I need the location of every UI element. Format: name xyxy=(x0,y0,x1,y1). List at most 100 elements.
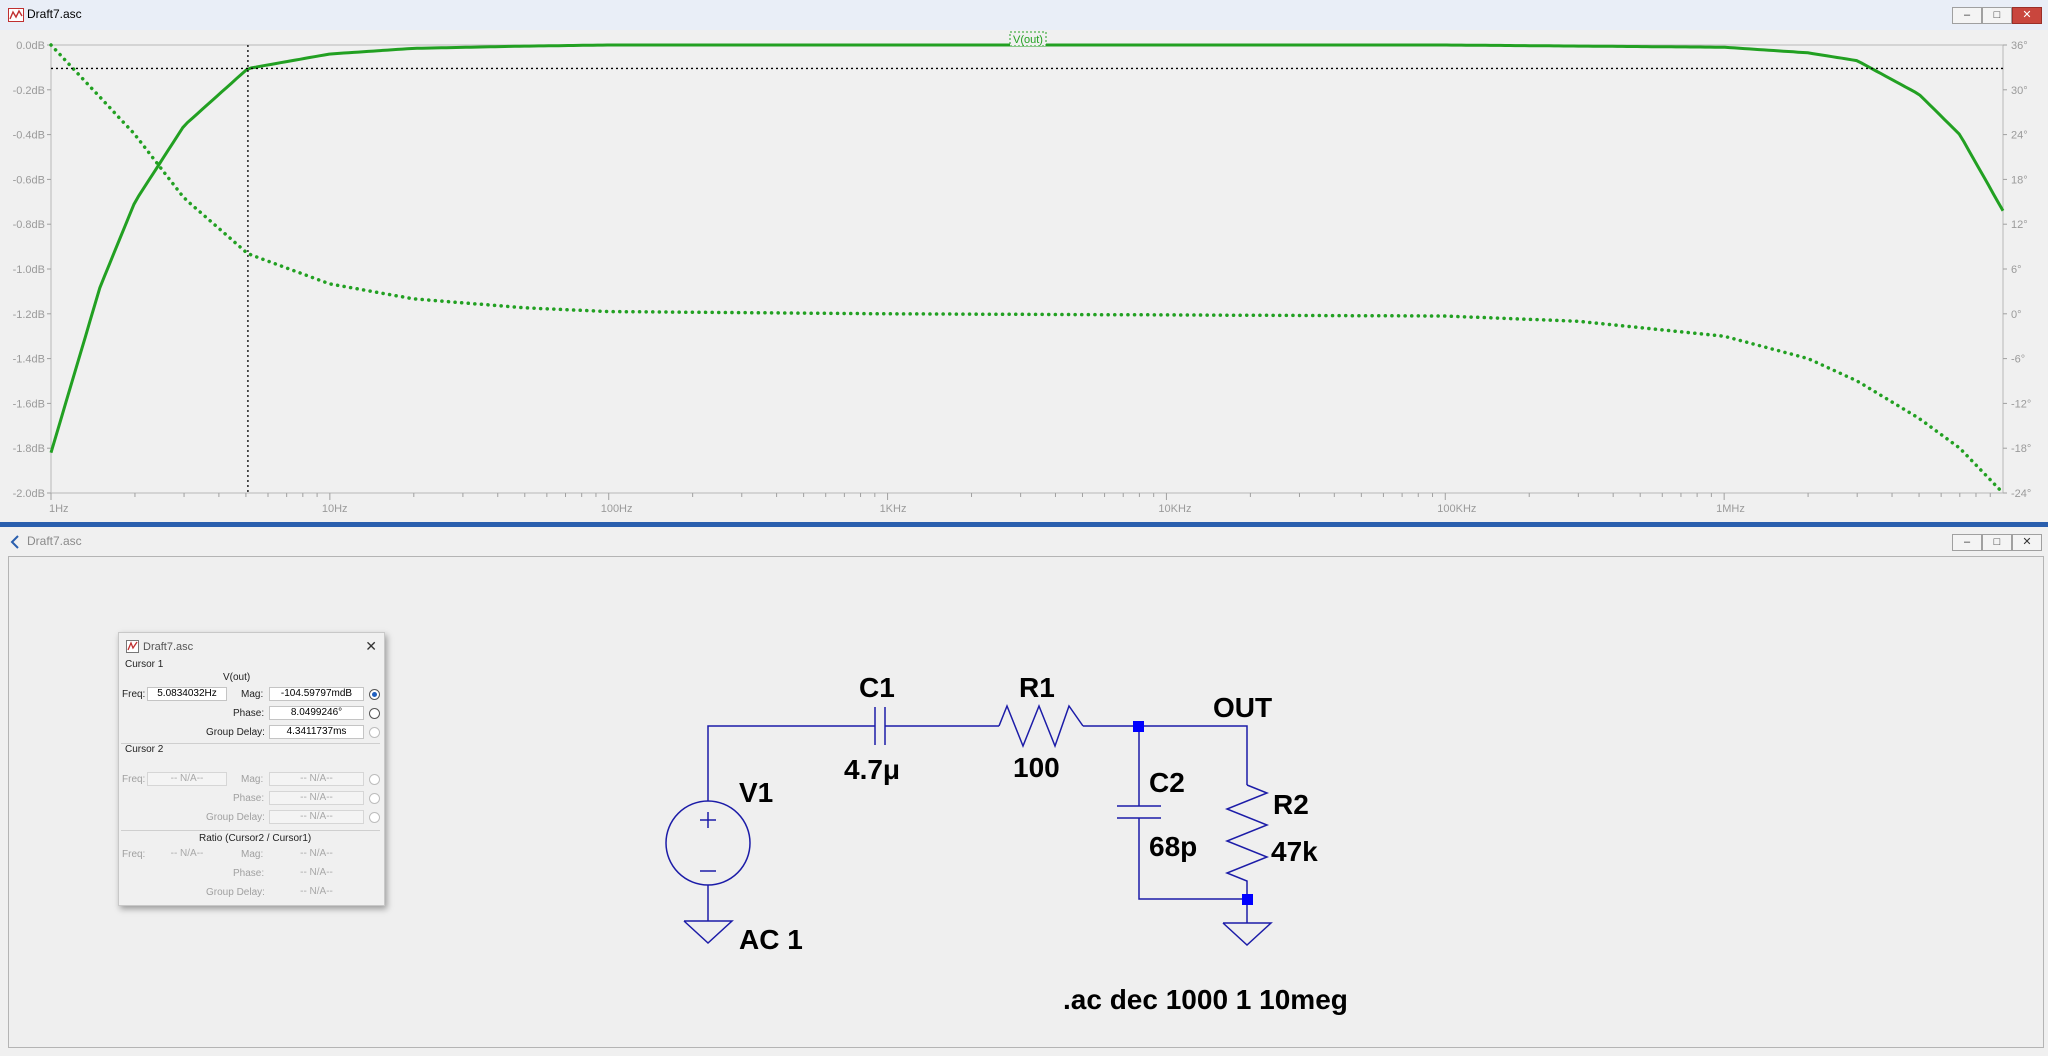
cursor1-freq-label: Freq: xyxy=(122,689,146,700)
y-right-tick-label: 36° xyxy=(2011,40,2028,52)
phase-trace xyxy=(49,43,2005,495)
y-right-tick-label: -18° xyxy=(2011,443,2031,455)
y-left-tick-label: -2.0dB xyxy=(13,488,45,500)
y-left-tick-label: -0.6dB xyxy=(13,174,45,186)
y-right-tick-label: 18° xyxy=(2011,174,2028,186)
y-left-tick-label: -1.2dB xyxy=(13,309,45,321)
r1-resistor-symbol xyxy=(998,703,1084,749)
ratio-header: Ratio (Cursor2 / Cursor1) xyxy=(199,833,312,844)
y-right-tick-label: -24° xyxy=(2011,488,2031,500)
cursor1-phase-field[interactable]: 8.0499246° xyxy=(269,706,364,720)
r1-name-label[interactable]: R1 xyxy=(1019,672,1055,703)
c2-name-label[interactable]: C2 xyxy=(1149,767,1185,798)
y-right-tick-label: 30° xyxy=(2011,85,2028,97)
cursor1-phase-radio[interactable] xyxy=(369,708,380,719)
cursor1-freq-field[interactable]: 5.0834032Hz xyxy=(147,687,227,701)
r2-value-label[interactable]: 47k xyxy=(1271,836,1318,867)
c2-value-label[interactable]: 68p xyxy=(1149,831,1197,862)
ratio-freq-field: -- N/A-- xyxy=(170,848,204,859)
cursor2-phase-radio[interactable] xyxy=(369,793,380,804)
cursor-dialog-title: Draft7.asc xyxy=(143,641,194,653)
c1-value-label[interactable]: 4.7μ xyxy=(844,754,900,785)
y-right-tick-label: 24° xyxy=(2011,130,2028,142)
maximize-button[interactable]: □ xyxy=(1982,7,2012,24)
junction-out xyxy=(1133,721,1144,732)
cursor2-mag-label: Mag: xyxy=(241,774,264,785)
schematic-close-button[interactable]: ✕ xyxy=(2012,534,2042,551)
y-left-tick-label: -1.0dB xyxy=(13,264,45,276)
ground-icon-v1 xyxy=(683,920,734,945)
cursor2-gd-label: Group Delay: xyxy=(206,812,265,823)
plot-area[interactable]: 1Hz 10Hz 100Hz 1KHz 10KHz 100KHz 1MHz 0.0dB -0.2… xyxy=(0,30,2048,520)
plot-frame xyxy=(50,44,2004,494)
cursor2-header: Cursor 2 xyxy=(125,744,164,755)
waveform-app-icon xyxy=(8,8,24,22)
cursor1-gd-radio[interactable] xyxy=(369,727,380,738)
schematic-titlebar[interactable]: Draft7.asc – □ ✕ xyxy=(0,527,2048,557)
dialog-close-icon[interactable]: ✕ xyxy=(365,638,377,655)
plot-window-title: Draft7.asc xyxy=(27,7,82,21)
y-left-tick-label: -0.2dB xyxy=(13,85,45,97)
r2-resistor-symbol xyxy=(1224,784,1270,899)
x-tick-label: 100KHz xyxy=(1437,503,1476,515)
cursor1-gd-field[interactable]: 4.3411737ms xyxy=(269,725,364,739)
cursor1-gd-label: Group Delay: xyxy=(206,727,265,738)
r2-name-label[interactable]: R2 xyxy=(1273,789,1309,820)
y-left-tick-label: -0.8dB xyxy=(13,219,45,231)
x-tick-label: 10Hz xyxy=(322,503,348,515)
y-right-tick-label: -6° xyxy=(2011,354,2025,366)
ratio-mag-field: -- N/A-- xyxy=(300,848,333,859)
bode-chart[interactable]: 1Hz 10Hz 100Hz 1KHz 10KHz 100KHz 1MHz 0.0dB -0.2… xyxy=(0,30,2048,520)
plot-titlebar[interactable]: Draft7.asc – □ ✕ xyxy=(0,0,2048,30)
y-right-tick-label: 6° xyxy=(2011,264,2022,276)
close-button[interactable]: ✕ xyxy=(2012,7,2042,24)
ratio-phase-field: -- N/A-- xyxy=(300,867,333,878)
v1-name-label[interactable]: V1 xyxy=(739,777,773,808)
cursor1-mag-radio[interactable] xyxy=(369,689,380,700)
y-left-tick-label: -1.6dB xyxy=(13,398,45,410)
x-tick-label: 1MHz xyxy=(1716,503,1745,515)
ground-icon-out xyxy=(1222,922,1273,947)
x-tick-label: 1KHz xyxy=(880,503,907,515)
cursor2-mag-field[interactable]: -- N/A-- xyxy=(269,772,364,786)
c1-name-label[interactable]: C1 xyxy=(859,672,895,703)
schematic-app-icon xyxy=(10,535,19,549)
cursor-dialog[interactable]: Draft7.asc ✕ Cursor 1 V(out) Freq: 5.083… xyxy=(118,632,385,906)
ratio-gd-field: -- N/A-- xyxy=(300,886,333,897)
y-left-tick-label: -1.8dB xyxy=(13,443,45,455)
out-net-label[interactable]: OUT xyxy=(1213,692,1272,723)
ratio-gd-label: Group Delay: xyxy=(206,887,265,898)
y-left-tick-label: 0.0dB xyxy=(16,40,45,52)
cursor1-phase-label: Phase: xyxy=(233,708,265,719)
cursor2-freq-field[interactable]: -- N/A-- xyxy=(147,772,227,786)
cursor2-mag-radio[interactable] xyxy=(369,774,380,785)
schematic-minimize-button[interactable]: – xyxy=(1952,534,1982,551)
cursor2-phase-field[interactable]: -- N/A-- xyxy=(269,791,364,805)
magnitude-trace xyxy=(49,43,2005,454)
x-tick-label: 100Hz xyxy=(601,503,633,515)
cursor1-trace-name: V(out) xyxy=(223,672,251,683)
cursor-separator-2 xyxy=(121,830,380,831)
y-left-tick-label: -1.4dB xyxy=(13,354,45,366)
y-left-tick-label: -0.4dB xyxy=(13,130,45,142)
trace-label: V(out) xyxy=(1013,34,1043,46)
cursor2-phase-label: Phase: xyxy=(233,793,265,804)
junction-ground xyxy=(1242,894,1253,905)
ratio-mag-label: Mag: xyxy=(241,849,264,860)
v1-value-label[interactable]: AC 1 xyxy=(739,924,803,955)
cursor1-header: Cursor 1 xyxy=(125,659,164,670)
ratio-phase-label: Phase: xyxy=(233,868,265,879)
cursor2-gd-field[interactable]: -- N/A-- xyxy=(269,810,364,824)
schematic-maximize-button[interactable]: □ xyxy=(1982,534,2012,551)
x-tick-label: 10KHz xyxy=(1158,503,1191,515)
ac-directive-label[interactable]: .ac dec 1000 1 10meg xyxy=(1063,984,1348,1015)
cursor1-mag-label: Mag: xyxy=(241,689,264,700)
minimize-button[interactable]: – xyxy=(1952,7,1982,24)
cursor2-gd-radio[interactable] xyxy=(369,812,380,823)
y-right-tick-label: 0° xyxy=(2011,309,2022,321)
y-right-tick-label: 12° xyxy=(2011,219,2028,231)
r1-value-label[interactable]: 100 xyxy=(1013,752,1060,783)
cursor2-freq-label: Freq: xyxy=(122,774,146,785)
cursor1-mag-field[interactable]: -104.59797mdB xyxy=(269,687,364,701)
y-right-tick-label: -12° xyxy=(2011,398,2031,410)
